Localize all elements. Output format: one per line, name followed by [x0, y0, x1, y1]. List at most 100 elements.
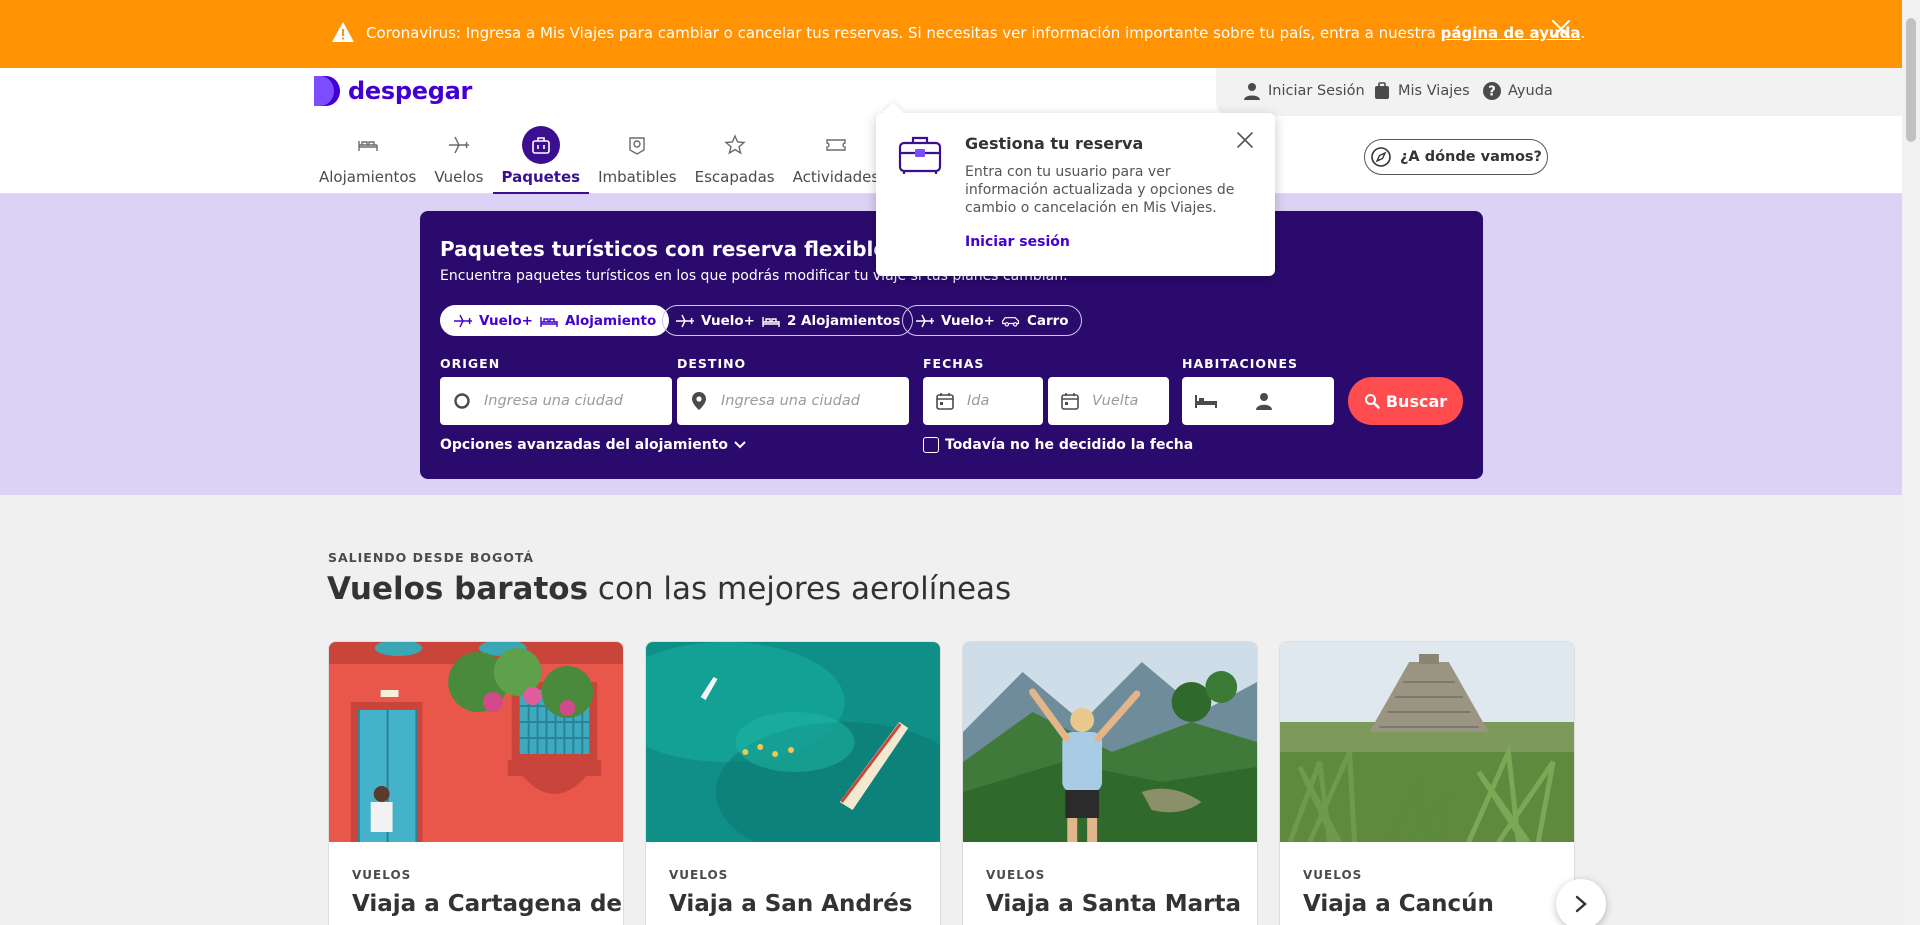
origin-placeholder: Ingresa una ciudad — [484, 393, 623, 409]
return-date-input[interactable]: Vuelta — [1048, 377, 1169, 425]
popup-body: Entra con tu usuario para ver informació… — [965, 164, 1235, 216]
suitcase-icon — [521, 126, 560, 164]
plane-icon — [916, 314, 934, 327]
destination-card[interactable]: VUELOS Viaja a Cancún — [1279, 641, 1575, 925]
briefcase-icon — [898, 136, 942, 174]
pill-flight-car[interactable]: Vuelo+ Carro — [902, 305, 1082, 336]
calendar-icon — [1061, 393, 1079, 410]
section-title-bold: Vuelos baratos — [327, 571, 589, 607]
santa-marta-photo — [963, 642, 1257, 842]
rooms-label: HABITACIONES — [1182, 356, 1298, 371]
close-icon[interactable] — [1236, 131, 1254, 149]
page-scrollbar[interactable] — [1902, 0, 1920, 925]
luggage-icon — [1375, 82, 1389, 99]
pill-label: Carro — [1026, 312, 1069, 329]
product-tabs: Alojamientos Vuelos Paquetes Imbatibles … — [310, 126, 944, 195]
alert-message: Coronavirus: Ingresa a Mis Viajes para c… — [366, 24, 1441, 42]
where-to-go-label: ¿A dónde vamos? — [1400, 149, 1542, 165]
destination-card[interactable]: VUELOS Viaja a Santa Marta — [962, 641, 1258, 925]
card-title: Viaja a Cancún — [1303, 891, 1494, 917]
card-tag: VUELOS — [986, 868, 1046, 882]
tab-label: Actividades — [792, 168, 880, 186]
section-eyebrow: SALIENDO DESDE BOGOTÁ — [328, 550, 535, 565]
my-trips-link[interactable]: Mis Viajes — [1372, 81, 1470, 101]
popup-login-link[interactable]: Iniciar sesión — [965, 234, 1070, 250]
badge-icon — [618, 126, 656, 164]
tab-label: Alojamientos — [319, 168, 417, 186]
tab-vuelos[interactable]: Vuelos — [425, 126, 492, 194]
star-icon — [716, 126, 754, 164]
pill-flight-hotel[interactable]: Vuelo+ Alojamiento — [440, 305, 670, 336]
card-tag: VUELOS — [669, 868, 729, 882]
destination-card[interactable]: VUELOS Viaja a Cartagena de Indias — [328, 641, 624, 925]
no-date-checkbox[interactable] — [923, 437, 939, 453]
destination-input[interactable]: Ingresa una ciudad — [677, 377, 909, 425]
alert-message-end: . — [1580, 24, 1586, 42]
compass-icon — [1371, 147, 1391, 167]
close-alert-icon[interactable] — [1550, 18, 1572, 40]
chevron-right-icon — [1575, 895, 1587, 913]
card-tag: VUELOS — [1303, 868, 1363, 882]
pill-flight-two-hotels[interactable]: Vuelo+ 2 Alojamientos — [662, 305, 914, 336]
calendar-icon — [936, 393, 954, 410]
svg-text:?: ? — [1488, 85, 1496, 100]
search-button-label: Buscar — [1385, 391, 1448, 411]
departure-date-input[interactable]: Ida — [923, 377, 1043, 425]
plane-icon — [676, 314, 694, 327]
pill-prefix: Vuelo+ — [941, 312, 995, 329]
no-date-label: Todavía no he decidido la fecha — [945, 437, 1194, 453]
ticket-icon — [817, 126, 855, 164]
card-title: Viaja a Santa Marta — [986, 891, 1241, 917]
manage-booking-popup: Gestiona tu reserva Entra con tu usuario… — [876, 113, 1275, 276]
plane-icon — [440, 126, 478, 164]
location-pin-icon — [692, 392, 706, 410]
tab-paquetes[interactable]: Paquetes — [492, 126, 590, 195]
car-icon — [1002, 316, 1020, 327]
my-trips-label: Mis Viajes — [1398, 83, 1470, 99]
person-icon — [1256, 393, 1272, 410]
return-placeholder: Vuelta — [1092, 393, 1139, 409]
bed-icon — [540, 316, 558, 327]
search-title: Paquetes turísticos con reserva flexible — [440, 237, 887, 261]
card-title: Viaja a Cartagena de Indias — [352, 891, 623, 917]
destination-label: DESTINO — [677, 356, 747, 371]
origin-label: ORIGEN — [440, 356, 501, 371]
tab-label: Escapadas — [694, 168, 775, 186]
login-link[interactable]: Iniciar Sesión — [1242, 81, 1365, 101]
no-date-option: Todavía no he decidido la fecha — [923, 437, 1193, 453]
tab-alojamientos[interactable]: Alojamientos — [310, 126, 425, 194]
pill-label: Alojamiento — [564, 312, 657, 329]
scrollbar-thumb[interactable] — [1906, 18, 1916, 142]
rooms-selector[interactable] — [1182, 377, 1334, 425]
tab-label: Vuelos — [434, 168, 484, 186]
alert-text: Coronavirus: Ingresa a Mis Viajes para c… — [366, 24, 1585, 42]
tab-imbatibles[interactable]: Imbatibles — [589, 126, 686, 194]
origin-input[interactable]: Ingresa una ciudad — [440, 377, 672, 425]
search-button[interactable]: Buscar — [1348, 377, 1463, 425]
warning-icon — [332, 22, 354, 42]
san-andres-photo — [646, 642, 940, 862]
origin-circle-icon — [454, 393, 470, 409]
help-link[interactable]: ? Ayuda — [1482, 81, 1553, 101]
login-label: Iniciar Sesión — [1268, 83, 1365, 99]
user-icon — [1244, 83, 1260, 100]
advanced-options-toggle[interactable]: Opciones avanzadas del alojamiento — [440, 437, 746, 453]
pill-label: 2 Alojamientos — [786, 312, 901, 329]
tab-escapadas[interactable]: Escapadas — [686, 126, 784, 194]
pill-prefix: Vuelo+ — [701, 312, 755, 329]
search-icon — [1364, 394, 1380, 409]
despegar-logo[interactable]: despegar — [312, 74, 472, 108]
carousel-next-button[interactable] — [1556, 879, 1606, 925]
destination-card[interactable]: VUELOS Viaja a San Andrés — [645, 641, 941, 925]
chevron-down-icon — [734, 441, 746, 449]
section-title-rest: con las mejores aerolíneas — [588, 571, 1012, 607]
bed-icon — [349, 126, 387, 164]
tab-label: Imbatibles — [598, 168, 677, 186]
plane-icon — [454, 314, 472, 327]
where-to-go-button[interactable]: ¿A dónde vamos? — [1364, 139, 1548, 175]
covid-alert-banner: Coronavirus: Ingresa a Mis Viajes para c… — [0, 0, 1902, 68]
tab-actividades[interactable]: Actividades — [784, 126, 889, 194]
pill-prefix: Vuelo+ — [479, 312, 533, 329]
advanced-options-label: Opciones avanzadas del alojamiento — [440, 437, 729, 453]
section-title: Vuelos baratos con las mejores aerolínea… — [327, 571, 1011, 607]
